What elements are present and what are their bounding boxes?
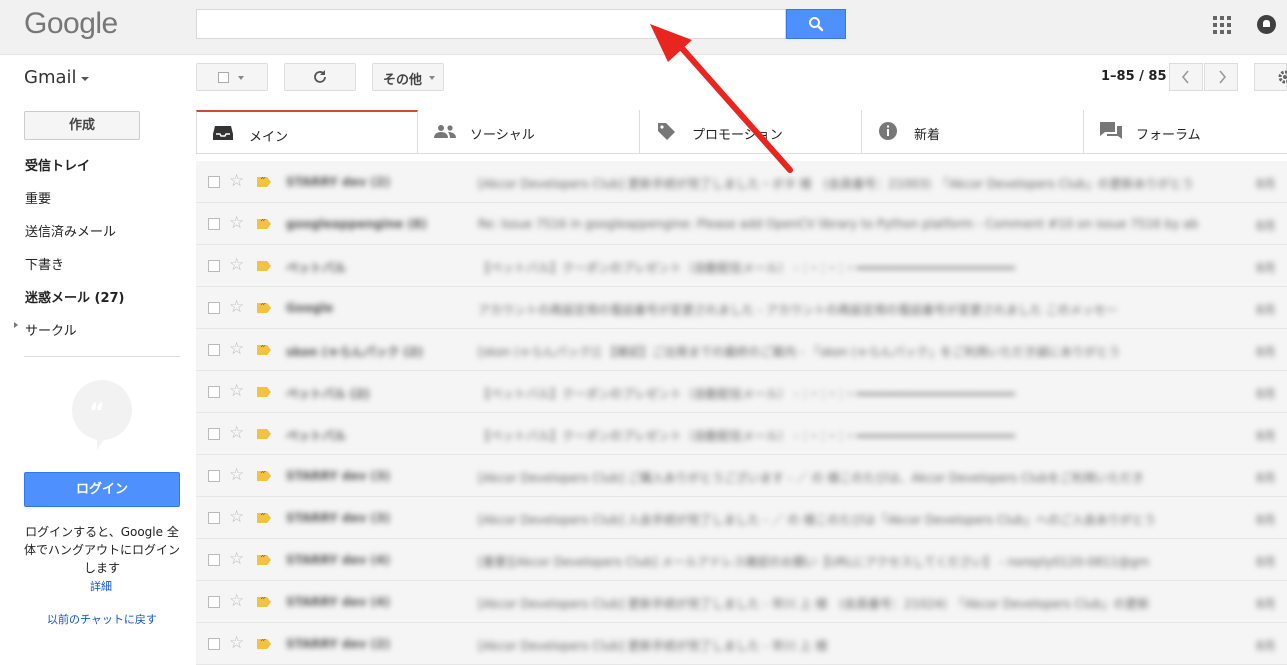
annotation-arrow — [650, 24, 793, 173]
